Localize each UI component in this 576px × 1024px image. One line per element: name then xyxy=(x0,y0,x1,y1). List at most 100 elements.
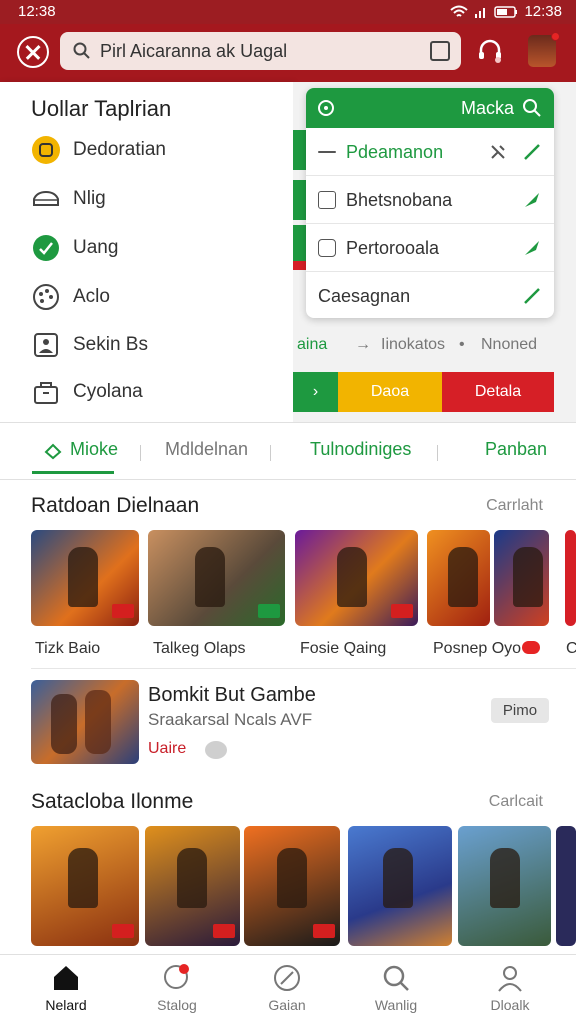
search-bar[interactable] xyxy=(60,32,461,70)
bottom-navigation: Nelard Stalog Gaian Wanlig Dloalk xyxy=(0,954,576,1024)
nav-label: Nelard xyxy=(45,997,87,1013)
bag-icon xyxy=(31,377,61,407)
user-icon xyxy=(498,966,522,992)
badge-icon xyxy=(31,233,61,263)
game-card[interactable] xyxy=(31,826,139,946)
red-button[interactable]: Detala xyxy=(442,372,554,412)
search-input[interactable] xyxy=(100,38,430,64)
game-badge xyxy=(391,604,413,618)
side-menu-label: Aclo xyxy=(73,286,110,307)
battery-icon xyxy=(494,5,518,18)
featured-game-image[interactable] xyxy=(31,680,139,764)
side-menu-label: Uang xyxy=(73,237,119,258)
pin-icon[interactable] xyxy=(488,142,508,162)
signal-icon xyxy=(475,7,486,18)
side-menu-item-3[interactable]: Aclo xyxy=(31,277,281,317)
side-menu-item-2[interactable]: Uang xyxy=(31,228,281,268)
game-card[interactable] xyxy=(31,530,139,626)
featured-tag: Uaire xyxy=(148,740,187,757)
notification-dot xyxy=(551,32,560,41)
featured-button-label: Pimo xyxy=(502,702,538,719)
game-art xyxy=(177,847,208,908)
game-art xyxy=(276,847,307,908)
yellow-button-label: Daoa xyxy=(370,383,410,400)
featured-action-button[interactable]: Pimo xyxy=(491,698,549,723)
filter-c[interactable]: Nnoned xyxy=(481,336,537,354)
divider xyxy=(31,668,576,669)
headset-icon[interactable] xyxy=(477,38,503,64)
game-art xyxy=(383,847,414,908)
edit-pen-icon[interactable] xyxy=(522,190,542,210)
game-badge xyxy=(112,604,134,618)
nav-item-stalog[interactable]: Stalog xyxy=(137,963,217,1013)
avatar[interactable] xyxy=(528,32,560,67)
palette-icon xyxy=(31,282,61,312)
search-icon[interactable] xyxy=(522,98,542,118)
edit-icon[interactable] xyxy=(430,41,450,61)
game-card-label: Talkeg Olaps xyxy=(153,640,246,657)
game-card-label: Posnep Oyo xyxy=(433,640,522,657)
edit-pen-icon[interactable] xyxy=(522,286,542,306)
game-card[interactable] xyxy=(556,826,576,946)
green-arrow-button[interactable]: › xyxy=(293,372,338,412)
side-menu-item-5[interactable]: Cyolana xyxy=(31,372,281,412)
nav-label: Gaian xyxy=(268,997,306,1013)
tab-divider xyxy=(140,445,141,461)
edit-pen-icon[interactable] xyxy=(522,142,542,162)
game-card[interactable] xyxy=(494,530,549,626)
dropdown-item[interactable]: Pdeamanon xyxy=(306,128,554,176)
side-menu-item-0[interactable]: Dedoratian xyxy=(31,130,281,170)
status-time: 12:38 xyxy=(18,3,56,20)
status-icons: 12:38 xyxy=(450,3,562,20)
green-stripe xyxy=(293,180,306,220)
dropdown-item[interactable]: Bhetsnobana xyxy=(306,176,554,224)
game-card[interactable] xyxy=(458,826,551,946)
game-card[interactable] xyxy=(565,530,576,626)
game-card[interactable] xyxy=(427,530,490,626)
game-art xyxy=(67,547,98,608)
section-see-all-link[interactable]: Carrlaht xyxy=(486,497,543,515)
tab-1[interactable]: Mdldelnan xyxy=(165,439,248,460)
game-badge xyxy=(313,924,335,938)
section-title: Satacloba Ilonme xyxy=(31,790,194,813)
dropdown-header[interactable]: Macka xyxy=(306,88,554,128)
red-button-label: Detala xyxy=(474,383,522,400)
nav-item-home[interactable]: Nelard xyxy=(26,963,106,1013)
dropdown-item[interactable]: Caesagnan xyxy=(306,272,554,318)
yellow-button[interactable]: Daoa xyxy=(338,372,442,412)
dash-icon xyxy=(318,151,336,153)
nav-item-wanlig[interactable]: Wanlig xyxy=(356,963,436,1013)
dropdown-item[interactable]: Pertorooala xyxy=(306,224,554,272)
filter-a[interactable]: aina xyxy=(297,336,327,354)
game-card[interactable] xyxy=(295,530,418,626)
game-card[interactable] xyxy=(145,826,240,946)
nav-label: Stalog xyxy=(157,997,197,1013)
tab-underline xyxy=(32,471,114,474)
coin-icon xyxy=(31,135,61,165)
section-see-all-link[interactable]: Carlcait xyxy=(489,793,543,811)
edit-pen-icon[interactable] xyxy=(522,238,542,258)
tab-0[interactable]: Mioke xyxy=(70,439,118,460)
filter-b[interactable]: Iinokatos xyxy=(381,336,445,354)
game-card[interactable] xyxy=(244,826,340,946)
tab-3[interactable]: Panban xyxy=(485,439,547,460)
image-icon xyxy=(31,330,61,360)
section-title: Ratdoan Dielnaan xyxy=(31,494,200,517)
car-icon xyxy=(31,184,61,214)
dropdown-item-label: Caesagnan xyxy=(318,286,411,306)
game-card[interactable] xyxy=(348,826,452,946)
menu-toggle-button[interactable] xyxy=(17,36,49,68)
game-badge xyxy=(112,924,134,938)
game-card-label: Fosie Qaing xyxy=(300,640,387,657)
side-menu-item-1[interactable]: Nlig xyxy=(31,179,281,219)
nav-item-gaian[interactable]: Gaian xyxy=(247,963,327,1013)
toggle-icon[interactable] xyxy=(205,741,227,759)
game-art xyxy=(85,690,111,754)
side-menu-item-4[interactable]: Sekin Bs xyxy=(31,325,281,365)
tab-2[interactable]: Tulnodiniges xyxy=(310,439,411,460)
status-bar: 12:38 12:38 xyxy=(0,0,576,24)
game-card[interactable] xyxy=(148,530,285,626)
tab-bar: Mioke Mdldelnan Tulnodiniges Panban xyxy=(0,422,576,480)
nav-item-dloalk[interactable]: Dloalk xyxy=(470,963,550,1013)
box-icon xyxy=(318,191,336,209)
